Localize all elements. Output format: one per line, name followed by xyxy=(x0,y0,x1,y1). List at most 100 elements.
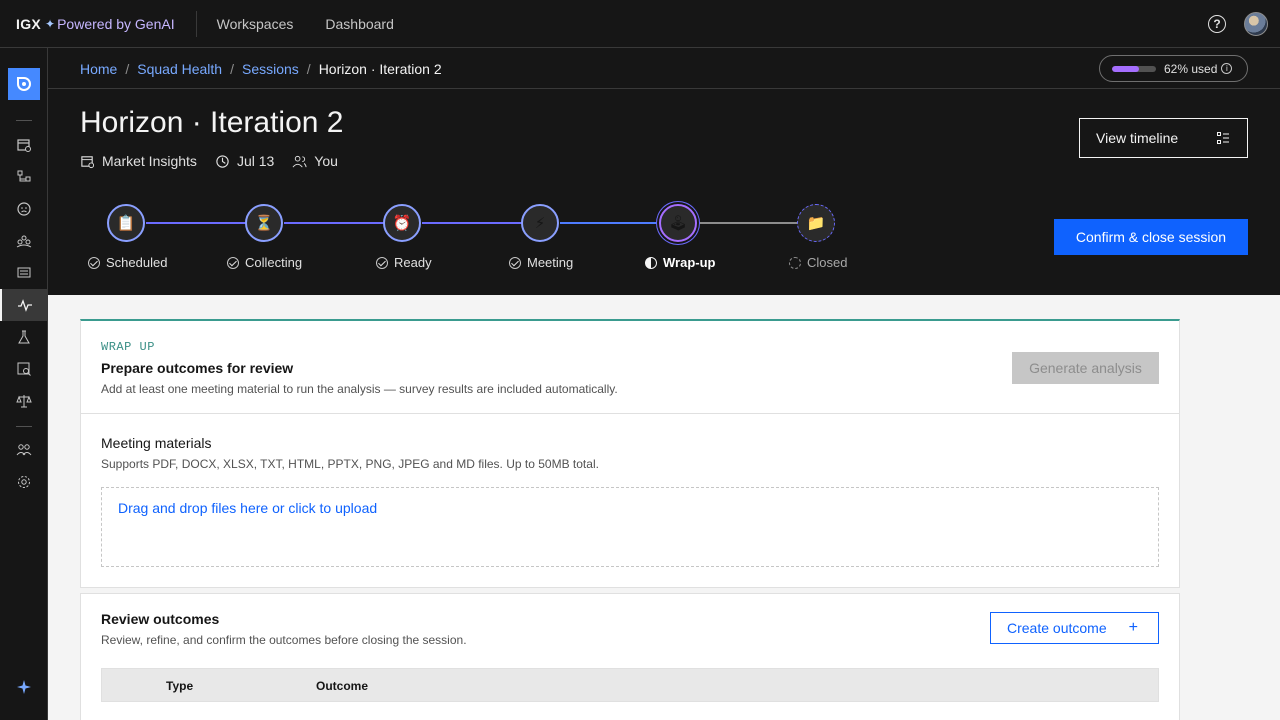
breadcrumb-sep: / xyxy=(306,61,311,77)
step-connector xyxy=(146,222,246,224)
file-dropzone[interactable]: Drag and drop files here or click to upl… xyxy=(101,487,1159,567)
top-header: IGX ✦ Powered by GenAI Workspaces Dashbo… xyxy=(0,0,1280,48)
step-meeting-icon[interactable]: ⚡ xyxy=(521,204,559,242)
breadcrumb-squad-health[interactable]: Squad Health xyxy=(137,61,222,77)
step-meeting: Meeting xyxy=(509,255,573,270)
rail-flask-icon[interactable] xyxy=(0,321,48,353)
meta-owner: You xyxy=(292,153,338,169)
outcomes-table-header: Type Outcome xyxy=(101,668,1159,702)
confirm-close-session-button[interactable]: Confirm & close session xyxy=(1054,219,1248,255)
rail-hierarchy-icon[interactable] xyxy=(0,161,48,193)
wrapup-eyebrow: WRAP UP xyxy=(101,340,155,354)
rail-calendar-icon[interactable] xyxy=(0,129,48,161)
rail-divider xyxy=(16,120,32,121)
card-divider xyxy=(81,413,1179,414)
breadcrumb: Home / Squad Health / Sessions / Horizon… xyxy=(80,61,442,77)
step-closed: Closed xyxy=(789,255,847,270)
info-icon[interactable]: i xyxy=(1221,63,1233,74)
rail-pulse-icon[interactable] xyxy=(0,289,48,321)
timeline-icon xyxy=(1217,132,1229,144)
meta-owner-label: You xyxy=(314,153,338,169)
check-circle-icon xyxy=(88,256,100,269)
rail-ai-sparkle-icon[interactable] xyxy=(0,671,48,703)
step-collecting-label: Collecting xyxy=(245,255,303,270)
session-meta: Market Insights Jul 13 You xyxy=(80,153,338,169)
rail-team-icon[interactable] xyxy=(0,225,48,257)
step-connector xyxy=(422,222,522,224)
help-icon[interactable]: ? xyxy=(1208,15,1226,33)
breadcrumb-bar: Home / Squad Health / Sessions / Horizon… xyxy=(48,48,1280,89)
step-meeting-label: Meeting xyxy=(527,255,574,270)
step-scheduled: Scheduled xyxy=(88,255,167,270)
rail-divider-2 xyxy=(16,426,32,427)
step-scheduled-icon[interactable]: 📋 xyxy=(107,204,145,242)
header-actions: ? xyxy=(1208,0,1280,48)
session-hero: Home / Squad Health / Sessions / Horizon… xyxy=(48,48,1280,295)
breadcrumb-current: Horizon · Iteration 2 xyxy=(318,61,442,77)
rail-board-icon[interactable] xyxy=(0,257,48,289)
step-closed-icon[interactable]: 📁 xyxy=(797,204,835,242)
rail-users-icon[interactable] xyxy=(0,434,48,466)
step-collecting: Collecting xyxy=(227,255,302,270)
review-title: Review outcomes xyxy=(101,611,220,627)
clock-icon xyxy=(216,154,229,168)
user-icon xyxy=(292,155,307,167)
create-outcome-button[interactable]: Create outcome + xyxy=(990,612,1159,644)
rail-scan-icon[interactable] xyxy=(0,353,48,385)
brand-name: IGX xyxy=(16,15,42,32)
review-subtitle: Review, refine, and confirm the outcomes… xyxy=(101,633,467,647)
plus-icon: + xyxy=(1128,619,1138,636)
brand-tagline: Powered by GenAI xyxy=(57,15,175,32)
wrapup-title: Prepare outcomes for review xyxy=(101,360,294,376)
meta-workspace-label: Market Insights xyxy=(102,153,197,169)
step-wrapup-icon[interactable]: 🕹 xyxy=(659,204,697,242)
usage-fill xyxy=(1112,65,1140,72)
avatar[interactable] xyxy=(1244,12,1268,36)
session-stepper: 📋 ⏳ ⏰ ⚡ 🕹 📁 Scheduled Collecting Ready M… xyxy=(48,198,868,278)
column-type[interactable]: Type xyxy=(166,679,193,693)
create-outcome-label: Create outcome xyxy=(1007,620,1107,636)
breadcrumb-sep: / xyxy=(230,61,234,77)
step-collecting-icon[interactable]: ⏳ xyxy=(245,204,283,242)
nav-workspaces[interactable]: Workspaces xyxy=(217,16,294,32)
meta-date-label: Jul 13 xyxy=(236,153,275,169)
header-divider xyxy=(195,10,197,37)
rail-mood-icon[interactable] xyxy=(0,193,48,225)
brand-logo[interactable]: IGX ✦ Powered by GenAI xyxy=(0,0,175,48)
step-wrapup-label: Wrap-up xyxy=(663,255,716,270)
meta-workspace: Market Insights xyxy=(80,153,197,169)
wrapup-card: WRAP UP Prepare outcomes for review Add … xyxy=(80,319,1180,588)
step-ready-icon[interactable]: ⏰ xyxy=(383,204,421,242)
wrapup-subtitle: Add at least one meeting material to run… xyxy=(101,382,618,396)
calendar-icon xyxy=(81,155,95,168)
check-circle-icon xyxy=(376,256,388,269)
app-logo-icon[interactable] xyxy=(8,68,40,100)
step-closed-label: Closed xyxy=(807,255,848,270)
view-timeline-button[interactable]: View timeline xyxy=(1079,118,1248,158)
breadcrumb-home[interactable]: Home xyxy=(80,61,117,77)
step-connector xyxy=(698,222,798,224)
sparkle-icon: ✦ xyxy=(45,16,56,31)
usage-meter[interactable]: 62% used i xyxy=(1099,55,1248,82)
breadcrumb-sessions[interactable]: Sessions xyxy=(242,61,299,77)
dropzone-link[interactable]: Drag and drop files here or click to upl… xyxy=(118,500,377,516)
rail-balance-icon[interactable] xyxy=(0,385,48,417)
step-connector xyxy=(560,222,660,224)
breadcrumb-sep: / xyxy=(125,61,130,77)
meta-date: Jul 13 xyxy=(215,153,274,169)
usage-label: 62% used xyxy=(1164,61,1218,76)
check-circle-icon xyxy=(509,256,521,269)
step-ready-label: Ready xyxy=(394,255,432,270)
step-connector xyxy=(284,222,384,224)
page-title: Horizon · Iteration 2 xyxy=(80,106,344,139)
nav-dashboard[interactable]: Dashboard xyxy=(325,16,394,32)
generate-analysis-button[interactable]: Generate analysis xyxy=(1012,352,1159,384)
step-scheduled-label: Scheduled xyxy=(106,255,168,270)
step-wrapup: Wrap-up xyxy=(645,255,715,270)
side-rail xyxy=(0,48,48,720)
half-circle-icon xyxy=(645,256,657,269)
view-timeline-label: View timeline xyxy=(1096,130,1179,146)
usage-track xyxy=(1112,65,1156,72)
rail-gear-icon[interactable] xyxy=(0,466,48,498)
column-outcome[interactable]: Outcome xyxy=(316,679,368,693)
